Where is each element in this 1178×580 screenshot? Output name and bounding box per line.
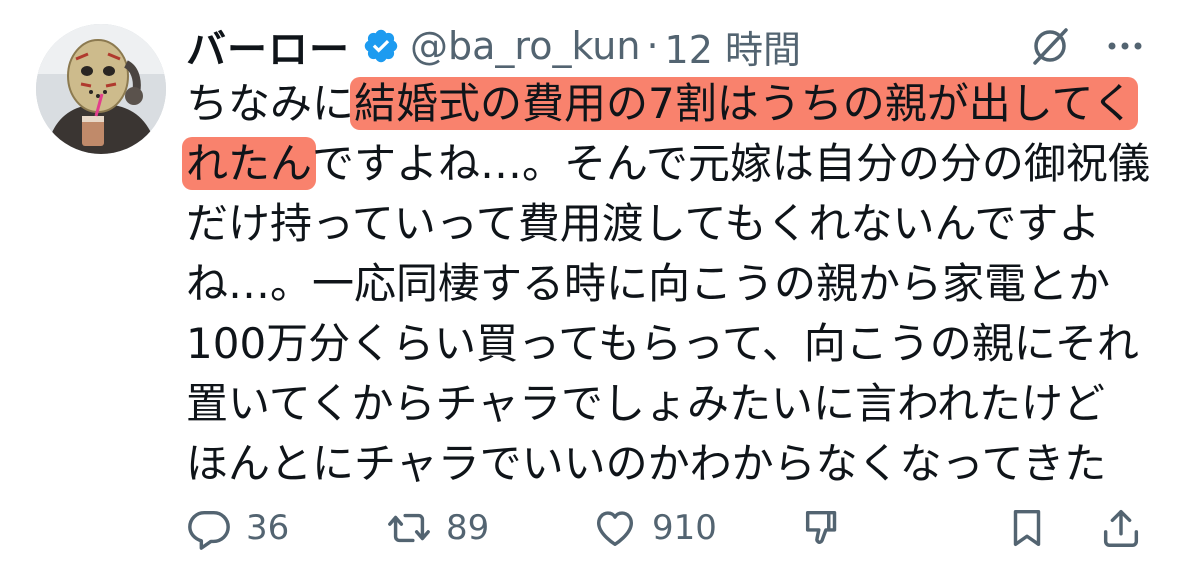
share-button[interactable] bbox=[1098, 500, 1144, 556]
text-segment: 100万分くらい買ってもらって、向こうの親にそれ bbox=[186, 319, 1139, 368]
text-segment: 置いてくからチャラでしょみたいに言われたけど bbox=[186, 379, 1105, 428]
avatar[interactable] bbox=[36, 24, 166, 154]
grok-icon[interactable] bbox=[1026, 22, 1074, 70]
tweet-text-line: 100万分くらい買ってもらって、向こうの親にそれ bbox=[186, 314, 1161, 374]
verified-badge-icon bbox=[362, 27, 400, 65]
dislike-button[interactable] bbox=[800, 500, 846, 556]
text-segment: ね…。一応同棲する時に向こうの親から家電とか bbox=[186, 259, 1111, 308]
like-count: 910 bbox=[652, 508, 717, 548]
more-icon[interactable] bbox=[1100, 22, 1150, 70]
repost-count: 89 bbox=[446, 508, 490, 548]
tweet-text-line: ほんとにチャラでいいのかわからなくなってきた bbox=[186, 434, 1161, 494]
tweet[interactable]: バーロー @ba_ro_kun · 12 時間 ちなみに結婚式の費用の7割はうち… bbox=[0, 0, 1178, 580]
reply-button[interactable]: 36 bbox=[186, 500, 289, 556]
highlighted-text: 結婚式の費用の7割はうちの親が出してく bbox=[350, 77, 1139, 130]
tweet-text: ちなみに結婚式の費用の7割はうちの親が出してく れたんですよね…。そんで元嫁は自… bbox=[182, 74, 1161, 494]
text-segment: ほんとにチャラでいいのかわからなくなってきた bbox=[186, 439, 1107, 488]
separator-dot: · bbox=[646, 24, 659, 68]
repost-button[interactable]: 89 bbox=[386, 500, 489, 556]
reply-count: 36 bbox=[246, 508, 290, 548]
timestamp[interactable]: 12 時間 bbox=[665, 19, 801, 74]
tweet-text-line: だけ持っていって費用渡してもくれないんですよ bbox=[186, 194, 1161, 254]
handle[interactable]: @ba_ro_kun bbox=[410, 24, 640, 68]
tweet-text-line: ちなみに結婚式の費用の7割はうちの親が出してく bbox=[186, 74, 1161, 134]
display-name[interactable]: バーロー bbox=[186, 17, 350, 75]
highlighted-text: れたん bbox=[182, 137, 317, 190]
like-icon bbox=[592, 505, 638, 551]
tweet-text-line: 置いてくからチャラでしょみたいに言われたけど bbox=[186, 374, 1161, 434]
text-segment: ですよね…。そんで元嫁は自分の分の御祝儀 bbox=[312, 139, 1150, 188]
text-segment: ちなみに bbox=[186, 79, 355, 128]
share-icon bbox=[1098, 505, 1144, 551]
dislike-icon bbox=[800, 505, 846, 551]
reply-icon bbox=[186, 505, 232, 551]
tweet-text-line: れたんですよね…。そんで元嫁は自分の分の御祝儀 bbox=[182, 134, 1161, 194]
tweet-text-line: ね…。一応同棲する時に向こうの親から家電とか bbox=[186, 254, 1161, 314]
text-segment: だけ持っていって費用渡してもくれないんですよ bbox=[186, 199, 1101, 248]
avatar-image bbox=[36, 24, 166, 154]
like-button[interactable]: 910 bbox=[592, 500, 717, 556]
bookmark-icon bbox=[1004, 505, 1050, 551]
repost-icon bbox=[386, 505, 432, 551]
action-bar: 36 89 910 bbox=[186, 500, 1146, 556]
tweet-header: バーロー @ba_ro_kun · 12 時間 bbox=[186, 18, 801, 74]
bookmark-button[interactable] bbox=[1004, 500, 1050, 556]
